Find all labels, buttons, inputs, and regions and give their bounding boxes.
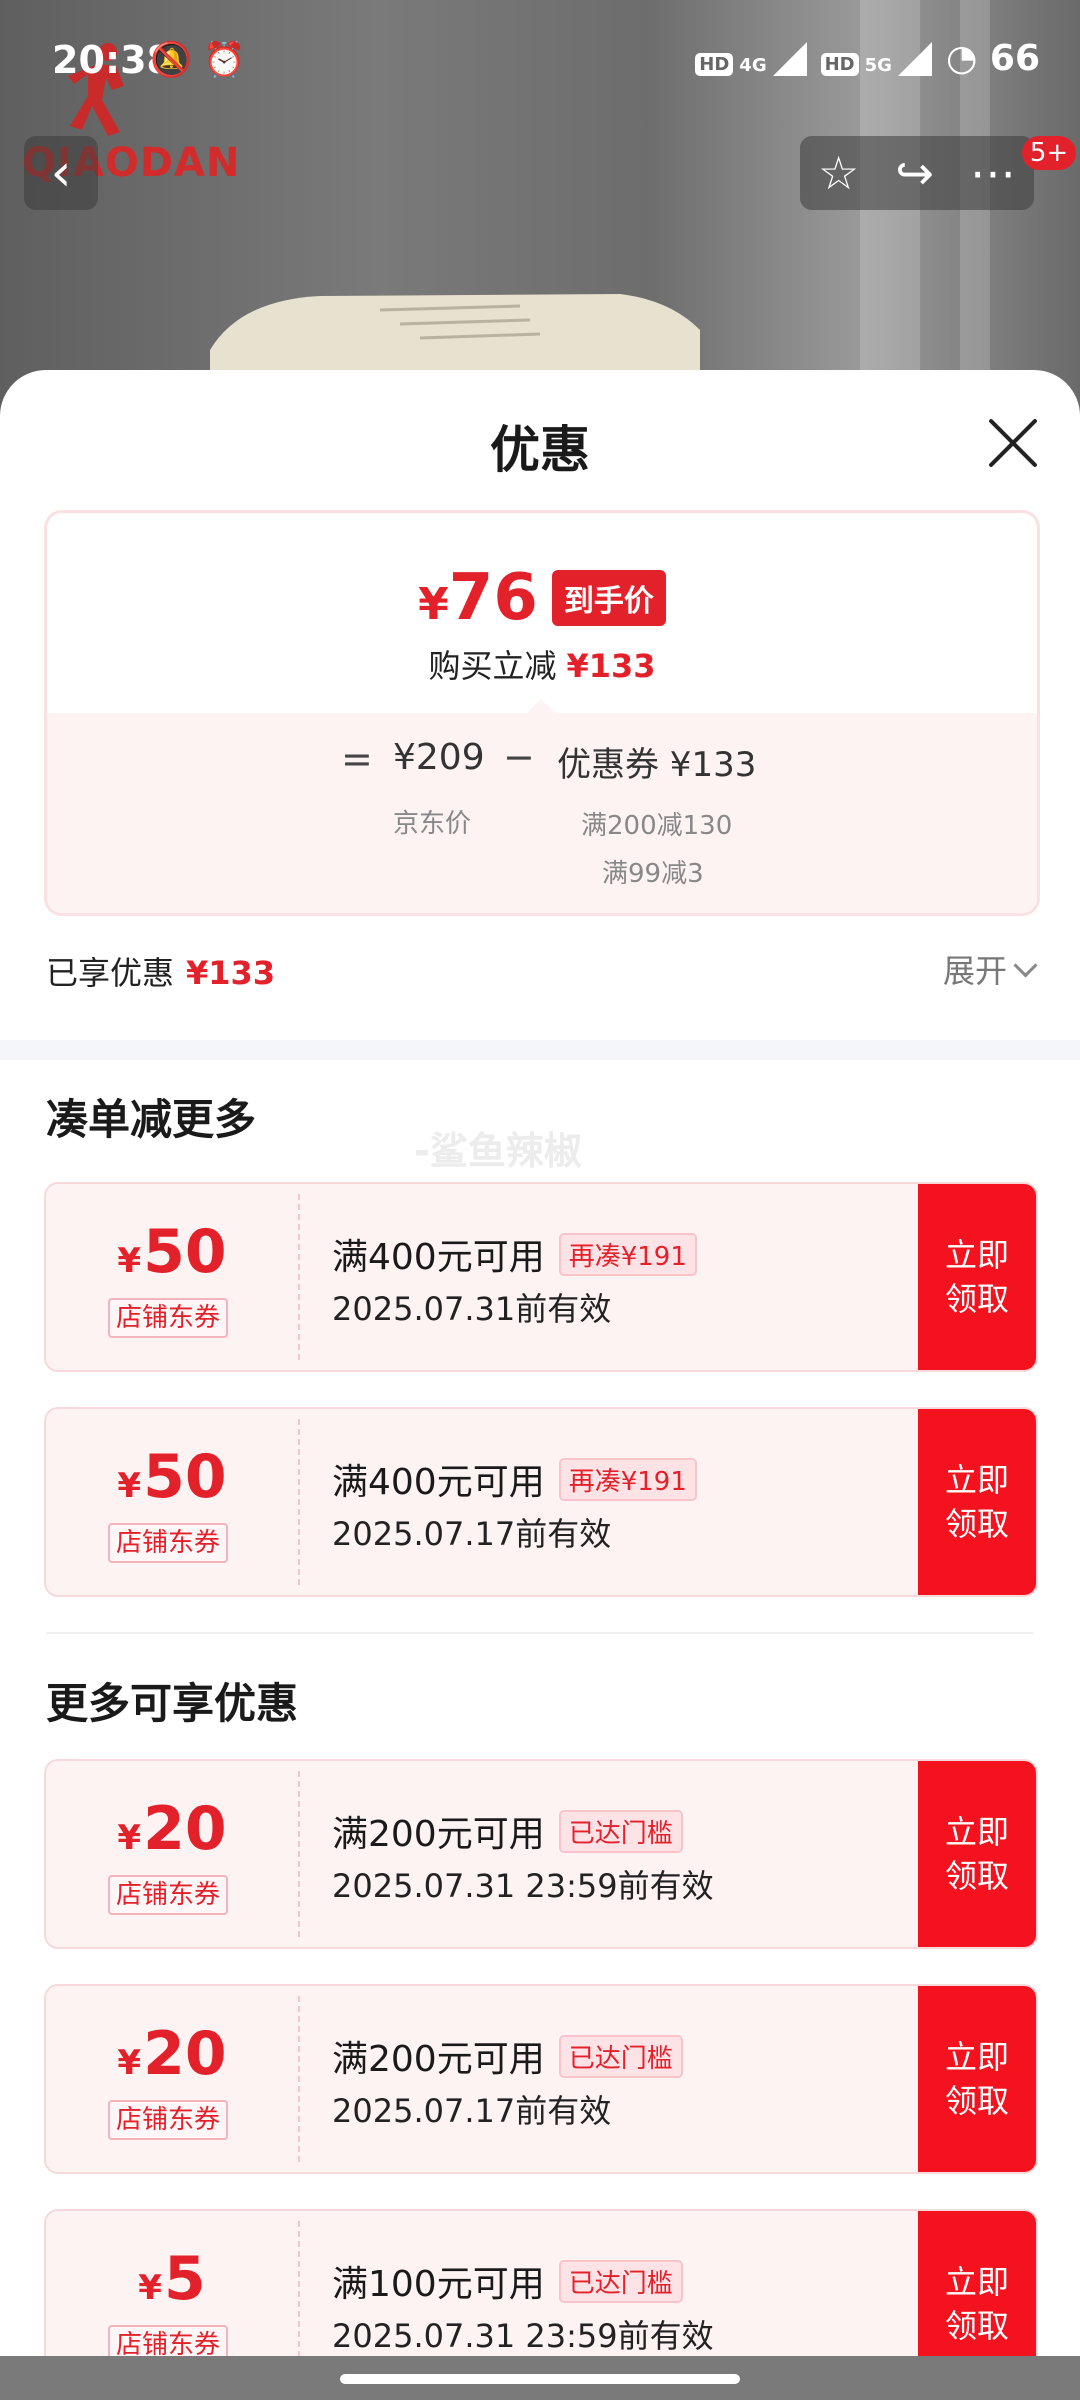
claim-button[interactable]: 立即领取 [918,1986,1036,2172]
signal-icon: HD 5G [820,41,932,76]
minus-sign: − [503,735,535,779]
home-indicator[interactable] [340,2374,740,2384]
coupon-amount: ¥5 [138,2244,206,2314]
coupon-amount: ¥50 [117,1217,227,1287]
coupon-validity: 2025.07.17前有效 [332,1515,612,1553]
base-price-label: 京东价 [393,809,472,839]
coupon-type: 店铺东券 [108,1523,229,1563]
status-bar: 20:38 🔕 ⏰ HD 4G HD 5G ◔ 66 [0,0,1080,120]
claim-button[interactable]: 立即领取 [918,1409,1036,1595]
coupon-card: ¥50 店铺东券 满400元可用 再凑¥191 2025.07.17前有效 立即… [44,1407,1038,1597]
price-summary-card: ¥76 到手价 购买立减 ¥133 = ¥209 − 优惠券 ¥133 京东价 满… [44,510,1040,916]
coupon-amount: ¥20 [117,1794,227,1864]
coupon-tag: 已达门槛 [558,1809,683,1853]
coupon-tag: 再凑¥191 [558,1457,697,1501]
coupon-validity: 2025.07.31前有效 [332,1290,612,1328]
discount-sheet: 优惠 ¥76 到手价 购买立减 ¥133 = ¥209 − 优惠券 ¥133 京东… [0,370,1080,2400]
alarm-icon: ⏰ [203,40,246,80]
coupon-condition-row: 满100元可用 已达门槛 [332,2255,683,2307]
network-type-1: 4G [739,54,767,76]
battery-icon: ◔ 66 [945,38,1040,79]
status-left-icons: 🔕 ⏰ [150,40,246,80]
coupon-validity: 2025.07.31 23:59前有效 [332,1867,714,1905]
expand-button[interactable]: 展开 [942,946,1038,992]
section-title-more-offers: 更多可享优惠 [46,1679,299,1728]
coupon-total: 优惠券 ¥133 [557,745,757,785]
coupon-rule: 满200减130 [581,811,733,841]
section-gap [0,1040,1080,1060]
coupon-type: 店铺东券 [108,1298,229,1338]
coupon-tag: 已达门槛 [558,2034,683,2078]
instant-reduce-row: 购买立减 ¥133 [47,641,1037,687]
chevron-down-icon [1013,952,1038,978]
coupon-type: 店铺东券 [108,1875,229,1915]
enjoyed-discount: 已享优惠 ¥133 [46,948,275,994]
coupon-condition: 满100元可用 [332,2264,545,2305]
coupon-condition-row: 满400元可用 再凑¥191 [332,1228,697,1280]
coupon-condition: 满400元可用 [332,1462,545,1503]
watermark: -鲨鱼辣椒 [414,1129,582,1173]
enjoyed-amount: ¥133 [186,954,276,992]
status-right-icons: HD 4G HD 5G ◔ 66 [695,38,1040,79]
divider [46,1632,1034,1634]
coupon-amount: ¥50 [117,1442,227,1512]
claim-button[interactable]: 立即领取 [918,1184,1036,1370]
coupon-tag: 再凑¥191 [558,1232,697,1276]
equals-sign: = [341,737,373,781]
coupon-condition: 满400元可用 [332,1237,545,1278]
final-price-row: ¥76 到手价 [47,561,1037,635]
battery-level: 66 [989,38,1040,79]
coupon-validity: 2025.07.17前有效 [332,2092,612,2130]
base-price: ¥209 [393,737,485,778]
coupon-card: ¥50 店铺东券 满400元可用 再凑¥191 2025.07.31前有效 立即… [44,1182,1038,1372]
coupon-type: 店铺东券 [108,2100,229,2140]
enjoyed-label: 已享优惠 [46,954,175,992]
back-button[interactable]: ‹ [24,136,98,210]
claim-button[interactable]: 立即领取 [918,1761,1036,1947]
section-title-add-more: 凑单减更多 [46,1095,257,1144]
reduce-label: 购买立减 [428,647,557,685]
favorite-star-icon[interactable]: ☆ [818,146,859,200]
coupon-condition-row: 满200元可用 已达门槛 [332,1805,683,1857]
more-icon[interactable]: ⋯ [970,146,1016,200]
top-action-bar: ☆ ↪ ⋯ [800,136,1034,210]
price-breakdown: = ¥209 − 优惠券 ¥133 京东价 满200减130 满99减3 [47,699,1037,913]
coupon-validity: 2025.07.31 23:59前有效 [332,2317,714,2355]
coupon-amount: ¥20 [117,2019,227,2089]
signal-icon: HD 4G [695,41,807,76]
coupon-tag: 已达门槛 [558,2259,683,2303]
close-icon[interactable] [984,414,1042,472]
final-price: ¥76 [418,561,538,635]
coupon-card: ¥20 店铺东券 满200元可用 已达门槛 2025.07.17前有效 立即领取 [44,1984,1038,2174]
coupon-condition-row: 满400元可用 再凑¥191 [332,1453,697,1505]
network-type-2: 5G [864,54,892,76]
expand-label: 展开 [942,952,1007,990]
final-price-tag: 到手价 [551,570,666,626]
reduce-amount: ¥133 [566,647,656,685]
message-badge: 5+ [1022,136,1076,170]
coupon-condition: 满200元可用 [332,2039,545,2080]
mute-icon: 🔕 [150,40,193,80]
coupon-rule: 满99减3 [602,859,704,889]
share-icon[interactable]: ↪ [895,146,934,200]
chevron-left-icon: ‹ [50,143,72,203]
coupon-card: ¥20 店铺东券 满200元可用 已达门槛 2025.07.31 23:59前有… [44,1759,1038,1949]
coupon-condition-row: 满200元可用 已达门槛 [332,2030,683,2082]
sheet-title: 优惠 [490,421,590,479]
coupon-condition: 满200元可用 [332,1814,545,1855]
